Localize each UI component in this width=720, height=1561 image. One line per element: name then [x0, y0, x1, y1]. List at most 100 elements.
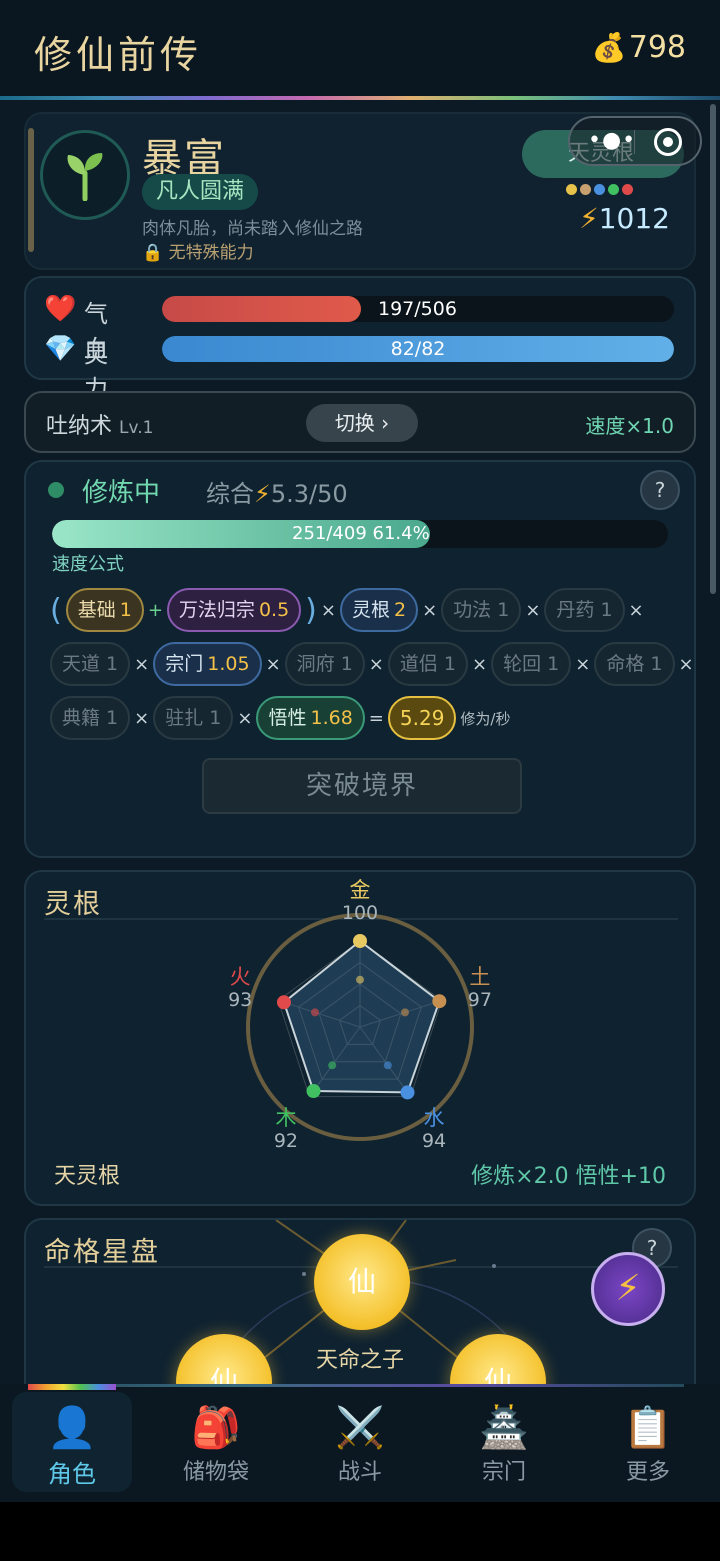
radar-inner-dot: [328, 1061, 337, 1070]
backpack-icon: 🎒: [191, 1405, 241, 1451]
tab-role[interactable]: 👤 角色: [12, 1392, 132, 1492]
cultivation-card: 修炼中 综合⚡5.3/50 ? 251/409 61.4% 速度公式 ( 基础 1…: [24, 460, 696, 858]
root-color-dot: [594, 184, 605, 195]
chip-base-value: 1: [119, 599, 132, 621]
chip-danyao[interactable]: 丹药 1: [544, 588, 625, 632]
open-paren: (: [50, 592, 62, 628]
root-color-dot: [566, 184, 577, 195]
chip-gongfa[interactable]: 功法 1: [441, 588, 522, 632]
chip-mingge[interactable]: 命格 1: [594, 642, 675, 686]
realm-badge: 凡人圆满: [142, 174, 259, 210]
app-root: 修仙前传 💰798 暴富 凡人圆满 肉体凡胎，尚未踏入修仙之路 🔒 无特殊能力 …: [0, 0, 720, 1561]
spirit-root-card: 灵根 金 100 土 97 水 94 木 92 火 93 天灵根 修炼×2.0 悟性+10: [24, 870, 696, 1206]
accent-stripe: [28, 128, 34, 252]
root-color-dot: [608, 184, 619, 195]
times-sign: ×: [134, 653, 150, 675]
radar-point: [276, 995, 291, 1010]
sprout-avatar-icon[interactable]: [40, 130, 130, 220]
times-sign: ×: [134, 707, 150, 729]
root-type: 天灵根: [54, 1164, 121, 1189]
chip-zhuzha[interactable]: 驻扎 1: [153, 696, 234, 740]
radar-inner-dot: [383, 1061, 392, 1070]
miniprogram-capsule[interactable]: •●•: [568, 116, 702, 166]
chip-dianji[interactable]: 典籍 1: [50, 696, 131, 740]
radar-value: 100: [342, 902, 378, 924]
chip-tiandao[interactable]: 天道 1: [50, 642, 131, 686]
tab-label: 角色: [48, 1460, 96, 1488]
vitals-card: ❤️ 气血 197/506 💎 灵力 82/82: [24, 276, 696, 403]
total-value: 5.3/50: [270, 480, 348, 508]
times-sign: ×: [678, 653, 694, 675]
lightning-fab-button[interactable]: ⚡: [591, 1252, 665, 1326]
ability-line: 🔒 无特殊能力: [142, 238, 254, 263]
player-description: 肉体凡胎，尚未踏入修仙之路: [142, 219, 363, 239]
system-nav-area: [0, 1502, 720, 1561]
chip-root[interactable]: 灵根 2: [339, 588, 419, 632]
chip-wanfa-label: 万法归宗: [178, 599, 255, 621]
close-target-icon[interactable]: [654, 128, 682, 156]
radar-point: [306, 1084, 321, 1099]
top-bar: 修仙前传 💰798: [0, 0, 720, 100]
scrollbar[interactable]: [710, 104, 716, 594]
chip-lunhui[interactable]: 轮回 1: [491, 642, 572, 686]
breakthrough-button[interactable]: 突破境界: [202, 758, 522, 814]
chip-daolv[interactable]: 道侣 1: [387, 642, 469, 686]
mp-bar: 82/82: [162, 336, 674, 362]
app-title: 修仙前传: [34, 33, 203, 77]
chip-wuxing-label: 悟性: [268, 707, 307, 729]
technique-title: 吐纳术: [46, 414, 113, 439]
radar-value: 97: [468, 989, 492, 1011]
chip-wuxing-value: 1.68: [310, 707, 353, 729]
technique-level: Lv.1: [119, 418, 154, 438]
cultivation-status: 修炼中: [82, 478, 161, 508]
tab-more[interactable]: 📋 更多: [588, 1392, 708, 1492]
chip-zongmen[interactable]: 宗门 1.05: [153, 642, 262, 686]
rainbow-divider: [0, 96, 720, 100]
gold-balance: 💰798: [592, 30, 686, 65]
chip-base[interactable]: 基础 1: [65, 588, 144, 632]
hp-bar: 197/506: [162, 296, 674, 322]
help-button[interactable]: ?: [640, 470, 680, 510]
radar-value: 93: [228, 989, 252, 1011]
chip-zongmen-label: 宗门: [165, 653, 204, 675]
formula-row-1: ( 基础 1 + 万法归宗 0.5 ) × 灵根 2 × 功法 1 × 丹药 1 ×: [50, 588, 644, 632]
status-dot: [48, 482, 64, 498]
radar-point: [353, 934, 367, 948]
switch-technique-button[interactable]: 切换 ›: [306, 404, 418, 442]
radar-value: 94: [422, 1130, 446, 1152]
radar-label: 火: [230, 965, 251, 989]
capsule-divider: [634, 130, 635, 154]
chip-wuxing[interactable]: 悟性 1.68: [256, 696, 365, 740]
more-dots-icon[interactable]: •●•: [588, 128, 636, 153]
chip-result[interactable]: 5.29: [387, 696, 457, 740]
combat-power: ⚡1012: [579, 202, 670, 235]
radar-point: [432, 994, 447, 1009]
times-sign: ×: [237, 707, 253, 729]
plus-sign: +: [147, 599, 163, 621]
tab-label: 宗门: [481, 1460, 526, 1485]
radar-label: 木: [275, 1106, 296, 1130]
chip-wanfa[interactable]: 万法归宗 0.5: [166, 588, 302, 632]
speed-unit: 修为/秒: [460, 709, 511, 728]
times-sign: ×: [368, 653, 384, 675]
times-sign: ×: [628, 599, 644, 621]
diamond-icon: 💎: [44, 334, 77, 364]
pagoda-icon: 🏯: [479, 1405, 529, 1451]
times-sign: ×: [575, 653, 591, 675]
tab-battle[interactable]: ⚔️ 战斗: [300, 1392, 420, 1492]
power-value: 1012: [598, 202, 670, 235]
chip-dongfu[interactable]: 洞府 1: [284, 642, 365, 686]
formula-row-2: 天道 1 × 宗门 1.05 × 洞府 1 × 道侣 1 × 轮回 1 × 命格 …: [50, 642, 694, 686]
radar-label: 金: [350, 878, 371, 902]
total-speed: 综合⚡5.3/50: [206, 474, 348, 509]
tab-sect[interactable]: 🏯 宗门: [444, 1392, 564, 1492]
gold-amount: 798: [628, 30, 686, 65]
radar-inner-dot: [356, 975, 364, 984]
lightning-icon: ⚡: [254, 480, 271, 508]
lock-icon: 🔒: [142, 243, 164, 263]
star-orb-center[interactable]: 仙: [314, 1234, 410, 1330]
radar-label: 水: [424, 1106, 445, 1130]
tab-bag[interactable]: 🎒 储物袋: [156, 1392, 276, 1492]
close-paren: ): [305, 592, 317, 628]
chip-root-value: 2: [393, 599, 407, 621]
